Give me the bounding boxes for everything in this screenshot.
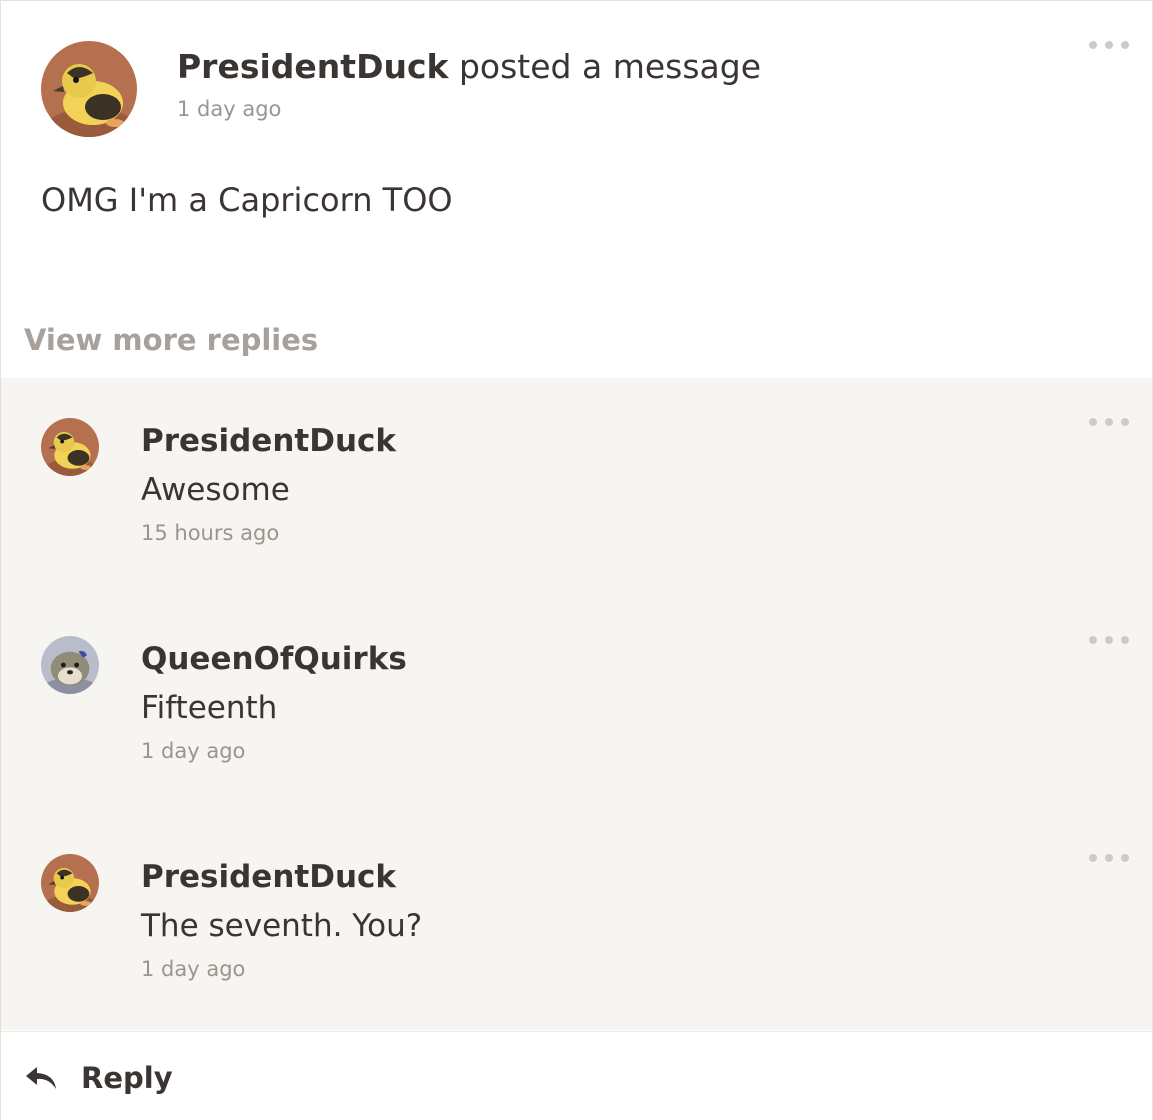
reply-text: Fifteenth <box>141 690 278 726</box>
reply-author-avatar[interactable] <box>41 854 99 912</box>
post-action-text: posted a message <box>458 47 761 86</box>
post-timestamp: 1 day ago <box>177 97 282 121</box>
reply-item: PresidentDuck The seventh. You? 1 day ag… <box>1 814 1152 1014</box>
more-dot-icon <box>1105 418 1113 426</box>
more-dot-icon <box>1089 854 1097 862</box>
duckling-avatar-icon <box>41 418 99 476</box>
reply-more-options-button[interactable] <box>1089 851 1129 865</box>
reply-more-options-button[interactable] <box>1089 415 1129 429</box>
reply-timestamp: 1 day ago <box>141 957 246 981</box>
reply-item: PresidentDuck Awesome 15 hours ago <box>1 378 1152 578</box>
post-message: OMG I'm a Capricorn TOO <box>41 181 453 219</box>
post-author-name[interactable]: PresidentDuck <box>177 47 448 86</box>
reply-author-name[interactable]: PresidentDuck <box>141 859 396 895</box>
more-dot-icon <box>1121 418 1129 426</box>
message-footer: Reply <box>1 1031 1152 1120</box>
reply-author-name[interactable]: PresidentDuck <box>141 423 396 459</box>
reply-item: QueenOfQuirks Fifteenth 1 day ago <box>1 596 1152 796</box>
reply-author-avatar[interactable] <box>41 418 99 476</box>
view-more-replies-link[interactable]: View more replies <box>24 323 318 357</box>
plush-toy-avatar-icon <box>41 636 99 694</box>
more-dot-icon <box>1121 636 1129 644</box>
reply-arrow-icon <box>26 1067 56 1089</box>
more-dot-icon <box>1105 636 1113 644</box>
reply-author-name[interactable]: QueenOfQuirks <box>141 641 407 677</box>
reply-button-label: Reply <box>81 1061 173 1095</box>
message-card: PresidentDuck posted a message 1 day ago… <box>0 0 1153 1120</box>
reply-timestamp: 1 day ago <box>141 739 246 763</box>
more-dot-icon <box>1089 636 1097 644</box>
reply-text: Awesome <box>141 472 290 508</box>
more-dot-icon <box>1121 854 1129 862</box>
more-dot-icon <box>1089 418 1097 426</box>
post-author-avatar[interactable] <box>41 41 137 137</box>
duckling-avatar-icon <box>41 41 137 137</box>
replies-list: PresidentDuck Awesome 15 hours ago Queen… <box>1 378 1152 1030</box>
post-header: PresidentDuck posted a message 1 day ago <box>41 39 1152 139</box>
more-dot-icon <box>1089 41 1097 49</box>
reply-button[interactable]: Reply <box>25 1056 173 1100</box>
duckling-avatar-icon <box>41 854 99 912</box>
more-dot-icon <box>1105 854 1113 862</box>
reply-more-options-button[interactable] <box>1089 633 1129 647</box>
reply-text: The seventh. You? <box>141 908 423 944</box>
more-dot-icon <box>1105 41 1113 49</box>
reply-author-avatar[interactable] <box>41 636 99 694</box>
post-more-options-button[interactable] <box>1089 38 1129 52</box>
reply-timestamp: 15 hours ago <box>141 521 280 545</box>
post-title: PresidentDuck posted a message <box>177 47 761 86</box>
more-dot-icon <box>1121 41 1129 49</box>
